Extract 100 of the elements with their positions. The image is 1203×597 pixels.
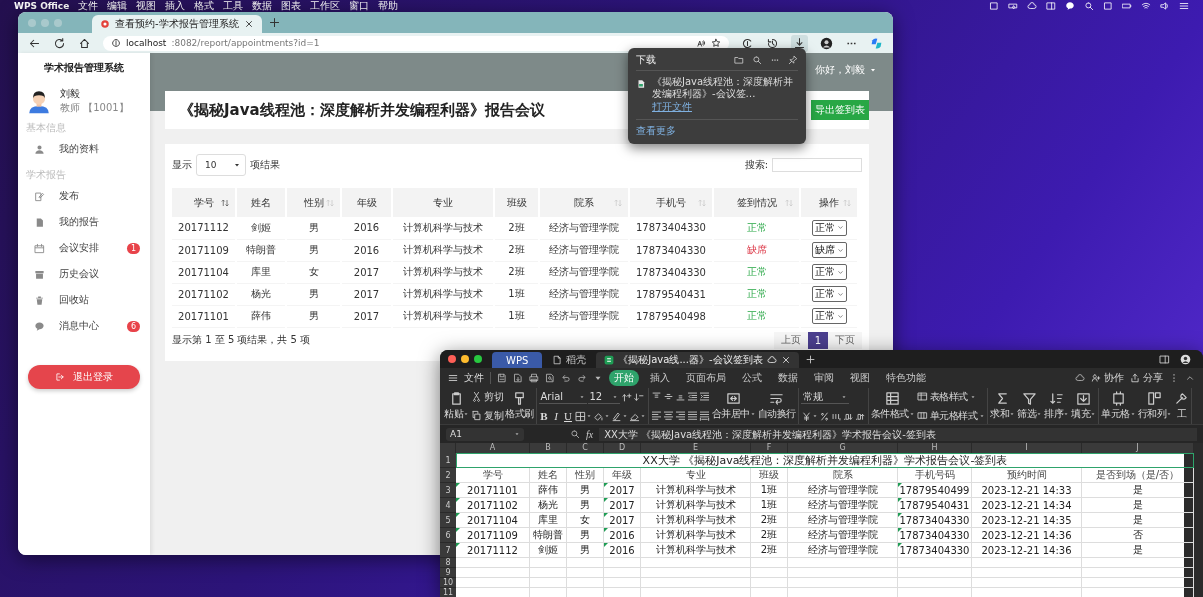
ribbon-button[interactable]: 单元格样式 (916, 408, 985, 423)
increase-size-icon[interactable] (620, 391, 632, 403)
column-header[interactable]: 操作 (800, 188, 858, 217)
ribbon-tab[interactable]: 公式 (737, 370, 767, 386)
address-bar[interactable]: localhost :8082/report/appointments?id=1 (103, 35, 729, 51)
ribbon-button[interactable]: 合并居中 (711, 391, 756, 421)
sidebar-item[interactable]: 我的资料 (18, 136, 150, 162)
close-icon[interactable] (780, 355, 791, 365)
pin-icon[interactable] (788, 55, 798, 65)
ring-icon[interactable] (741, 36, 754, 50)
speaker-icon[interactable] (1160, 1, 1170, 11)
ribbon-dropdown[interactable]: Arial (538, 390, 587, 404)
ribbon-button[interactable]: 自动换行 (757, 391, 796, 421)
page-button[interactable]: 上页 (773, 331, 808, 349)
sidebar-item[interactable]: 发布 (18, 183, 150, 209)
ribbon-tab[interactable]: 审阅 (809, 370, 839, 386)
ribbon-button[interactable]: 筛选 (1017, 391, 1042, 421)
collaborate-button[interactable]: 协作 (1091, 371, 1124, 385)
export-icon[interactable] (513, 373, 523, 383)
search-field[interactable] (772, 158, 862, 172)
ribbon-button[interactable] (610, 410, 628, 422)
ribbon-button[interactable] (574, 410, 592, 422)
decrease-size-icon[interactable] (632, 391, 644, 403)
sidebar-item[interactable]: 我的报告 (18, 209, 150, 235)
column-header[interactable]: 院系 (539, 188, 629, 217)
menu-item[interactable]: 编辑 (107, 0, 128, 12)
search-icon[interactable] (752, 55, 762, 65)
document-tab[interactable]: WPS (492, 352, 543, 368)
share-button[interactable]: 分享 (1130, 371, 1163, 385)
refresh-icon[interactable] (53, 36, 66, 50)
ribbon-button[interactable]: 工 (1174, 391, 1189, 421)
menu-item[interactable]: 插入 (165, 0, 186, 12)
sidebar-item[interactable]: 回收站 (18, 287, 150, 313)
ribbon-tab[interactable]: 视图 (845, 370, 875, 386)
align-middle-icon[interactable] (662, 391, 674, 402)
menu-item[interactable]: 帮助 (378, 0, 399, 12)
indent-icon[interactable] (698, 391, 710, 402)
ribbon-dropdown[interactable]: 12 (587, 390, 620, 404)
sidebar-item[interactable]: 历史会议 (18, 261, 150, 287)
app-icon[interactable] (1103, 1, 1113, 11)
document-tab[interactable]: 《揭秘Java线...器》-会议签到表 (596, 352, 799, 368)
user-menu[interactable]: 你好，刘毅 (815, 63, 877, 77)
control-center-icon[interactable] (1179, 1, 1189, 11)
ribbon-tab[interactable]: 页面布局 (681, 370, 731, 386)
ribbon-button[interactable]: 行和列 (1137, 391, 1172, 421)
menu-item[interactable]: 工作区 (310, 0, 341, 12)
redo-icon[interactable] (577, 373, 587, 383)
battery-icon[interactable] (1122, 1, 1132, 11)
undo-icon[interactable] (561, 373, 571, 383)
app-icon[interactable] (989, 1, 999, 11)
star-icon[interactable] (711, 38, 721, 48)
logout-button[interactable]: 退出登录 (28, 365, 140, 389)
sidebar-item[interactable]: 会议安排 1 (18, 235, 150, 261)
ribbon-button[interactable]: 复制 (471, 408, 503, 423)
open-file-link[interactable]: 打开文件 (652, 101, 692, 112)
window-icon[interactable] (1046, 1, 1056, 11)
menu-item[interactable]: 格式 (194, 0, 215, 12)
ribbon-button[interactable] (800, 410, 818, 422)
file-menu[interactable]: 文件 (448, 371, 484, 385)
menu-item[interactable]: 工具 (223, 0, 244, 12)
column-header[interactable]: 手机号 (629, 188, 713, 217)
ribbon-button[interactable]: 格式刷 (505, 391, 534, 421)
align-center-icon[interactable] (662, 410, 674, 421)
distribute-icon[interactable] (698, 410, 710, 421)
cloud-icon[interactable] (1075, 373, 1085, 383)
status-dropdown[interactable]: 正常 (811, 264, 847, 280)
status-dropdown[interactable]: 正常 (811, 286, 847, 302)
status-dropdown[interactable]: 缺席 (811, 242, 847, 258)
new-tab-icon[interactable] (804, 353, 816, 365)
status-dropdown[interactable]: 正常 (811, 308, 847, 324)
info-icon[interactable] (111, 38, 121, 48)
browser-tab[interactable]: 查看预约-学术报告管理系统 (92, 15, 262, 33)
wifi-icon[interactable] (1141, 1, 1151, 11)
read-aloud-icon[interactable] (696, 38, 706, 48)
save-icon[interactable] (497, 373, 507, 383)
history-icon[interactable] (766, 36, 779, 50)
layout-icon[interactable] (1159, 353, 1170, 365)
ribbon-dropdown[interactable]: 常规 (800, 390, 849, 405)
ribbon-button[interactable]: 剪切 (471, 389, 503, 404)
cloud-icon[interactable] (1027, 1, 1037, 11)
status-dropdown[interactable]: 正常 (811, 219, 847, 236)
formula-field[interactable]: XX大学 《揭秘Java线程池：深度解析并发编程利器》学术报告会议-签到表 (599, 427, 1197, 441)
ribbon-tab[interactable]: 数据 (773, 370, 803, 386)
home-icon[interactable] (78, 36, 91, 50)
ribbon-button[interactable]: 表格样式 (916, 389, 976, 404)
function-button[interactable]: fx (586, 428, 594, 440)
menu-item[interactable]: 数据 (252, 0, 273, 12)
outdent-icon[interactable] (686, 391, 698, 402)
print-icon[interactable] (529, 373, 539, 383)
menu-item[interactable]: 视图 (136, 0, 157, 12)
zoom-icon[interactable] (570, 429, 580, 439)
folder-icon[interactable] (734, 55, 744, 65)
close-icon[interactable] (243, 19, 254, 29)
page-button[interactable]: 1 (807, 331, 828, 349)
bold-button[interactable]: B (538, 410, 550, 422)
ribbon-button[interactable] (592, 410, 610, 422)
ribbon-button[interactable]: 排序 (1044, 391, 1069, 421)
app-menu[interactable]: WPS Office (14, 0, 70, 12)
sidebar-item[interactable]: 消息中心 6 (18, 313, 150, 339)
ribbon-tab[interactable]: 插入 (645, 370, 675, 386)
